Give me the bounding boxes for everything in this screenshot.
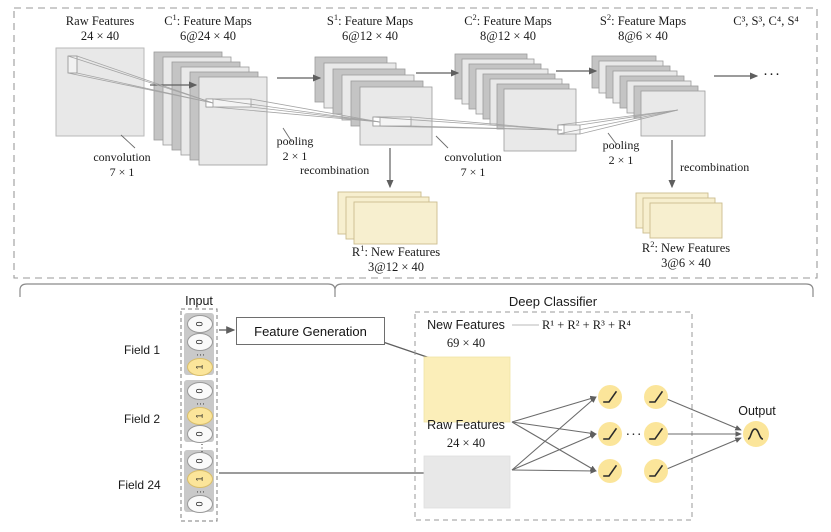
feature-generation-button[interactable]: Feature Generation bbox=[236, 317, 385, 345]
hidden-layer-ellipsis: ··· bbox=[625, 428, 643, 443]
pooling-2-label: pooling 2 × 1 bbox=[602, 138, 640, 167]
c2-feature-map-stack bbox=[454, 53, 581, 152]
s1-feature-map-stack bbox=[314, 56, 433, 146]
field-1-cell-1[interactable]: 0 bbox=[187, 315, 213, 333]
classifier-new-features-label: New Features bbox=[427, 318, 505, 332]
r1-title: R1: New Features 3@12 × 40 bbox=[351, 242, 441, 275]
classifier-raw-features-label: Raw Features bbox=[427, 418, 505, 432]
field-24-label: Field 24 bbox=[118, 478, 161, 492]
c1-feature-map-stack bbox=[153, 51, 268, 166]
neuron-h1-1 bbox=[598, 385, 622, 409]
field-2-label: Field 2 bbox=[124, 412, 161, 426]
field-2-cell-1[interactable]: 0 bbox=[187, 382, 213, 400]
classifier-sum-formula: R¹ + R² + R³ + R⁴ bbox=[542, 318, 631, 332]
field-2-cell-3[interactable]: 1 bbox=[187, 407, 213, 425]
field-2-cell-4[interactable]: 0 bbox=[187, 425, 213, 443]
convolution-1-label: convolution 7 × 1 bbox=[93, 150, 151, 179]
diagram-canvas: Raw Features 24 × 40 C1: Feature Maps 6@… bbox=[0, 0, 831, 532]
pooling-1-label: pooling 2 × 1 bbox=[276, 134, 314, 163]
input-label: Input bbox=[185, 294, 213, 308]
neuron-h2-1 bbox=[644, 385, 668, 409]
field-24-cell-4[interactable]: 0 bbox=[187, 495, 213, 513]
field-1-cell-4[interactable]: 1 bbox=[187, 358, 213, 376]
raw-features-title: Raw Features 24 × 40 bbox=[65, 14, 135, 44]
classifier-raw-features-size: 24 × 40 bbox=[446, 436, 486, 450]
output-neuron bbox=[743, 421, 769, 447]
recombination-1-label: recombination bbox=[300, 163, 370, 177]
convolution-2-label: convolution 7 × 1 bbox=[444, 150, 502, 179]
later-stages-ellipsis: ··· bbox=[763, 67, 781, 83]
c2-title: C2: Feature Maps 8@12 × 40 bbox=[464, 11, 552, 44]
classifier-new-features-block bbox=[423, 356, 511, 423]
recombination-2-label: recombination bbox=[680, 160, 750, 174]
neuron-h2-3 bbox=[644, 459, 668, 483]
c1-title: C1: Feature Maps 6@24 × 40 bbox=[164, 11, 252, 44]
field-1-label: Field 1 bbox=[124, 343, 161, 357]
field-gap-dots: ⋮ bbox=[197, 443, 207, 454]
classifier-new-features-size: 69 × 40 bbox=[446, 336, 486, 350]
section-brace bbox=[19, 283, 814, 297]
deep-classifier-title: Deep Classifier bbox=[508, 294, 598, 309]
fc-edges-layer2 bbox=[661, 396, 742, 472]
field-1-cell-2[interactable]: 0 bbox=[187, 333, 213, 351]
neuron-h2-2 bbox=[644, 422, 668, 446]
neuron-h1-2 bbox=[598, 422, 622, 446]
leader-convolution-1 bbox=[120, 134, 136, 149]
neuron-h1-3 bbox=[598, 459, 622, 483]
r2-new-features-stack bbox=[635, 192, 723, 239]
r1-new-features-stack bbox=[337, 191, 438, 245]
field-24-cell-2[interactable]: 1 bbox=[187, 470, 213, 488]
later-stages-title: C³, S³, C⁴, S⁴ bbox=[733, 14, 799, 28]
r2-title: R2: New Features 3@6 × 40 bbox=[641, 238, 731, 271]
output-label: Output bbox=[738, 404, 776, 418]
leader-convolution-2 bbox=[435, 135, 449, 149]
s1-title: S1: Feature Maps 6@12 × 40 bbox=[326, 11, 414, 44]
raw-features-block bbox=[55, 47, 145, 137]
fc-edges-layer1 bbox=[511, 395, 597, 474]
classifier-raw-features-block bbox=[423, 455, 511, 509]
s2-title: S2: Feature Maps 8@6 × 40 bbox=[599, 11, 687, 44]
